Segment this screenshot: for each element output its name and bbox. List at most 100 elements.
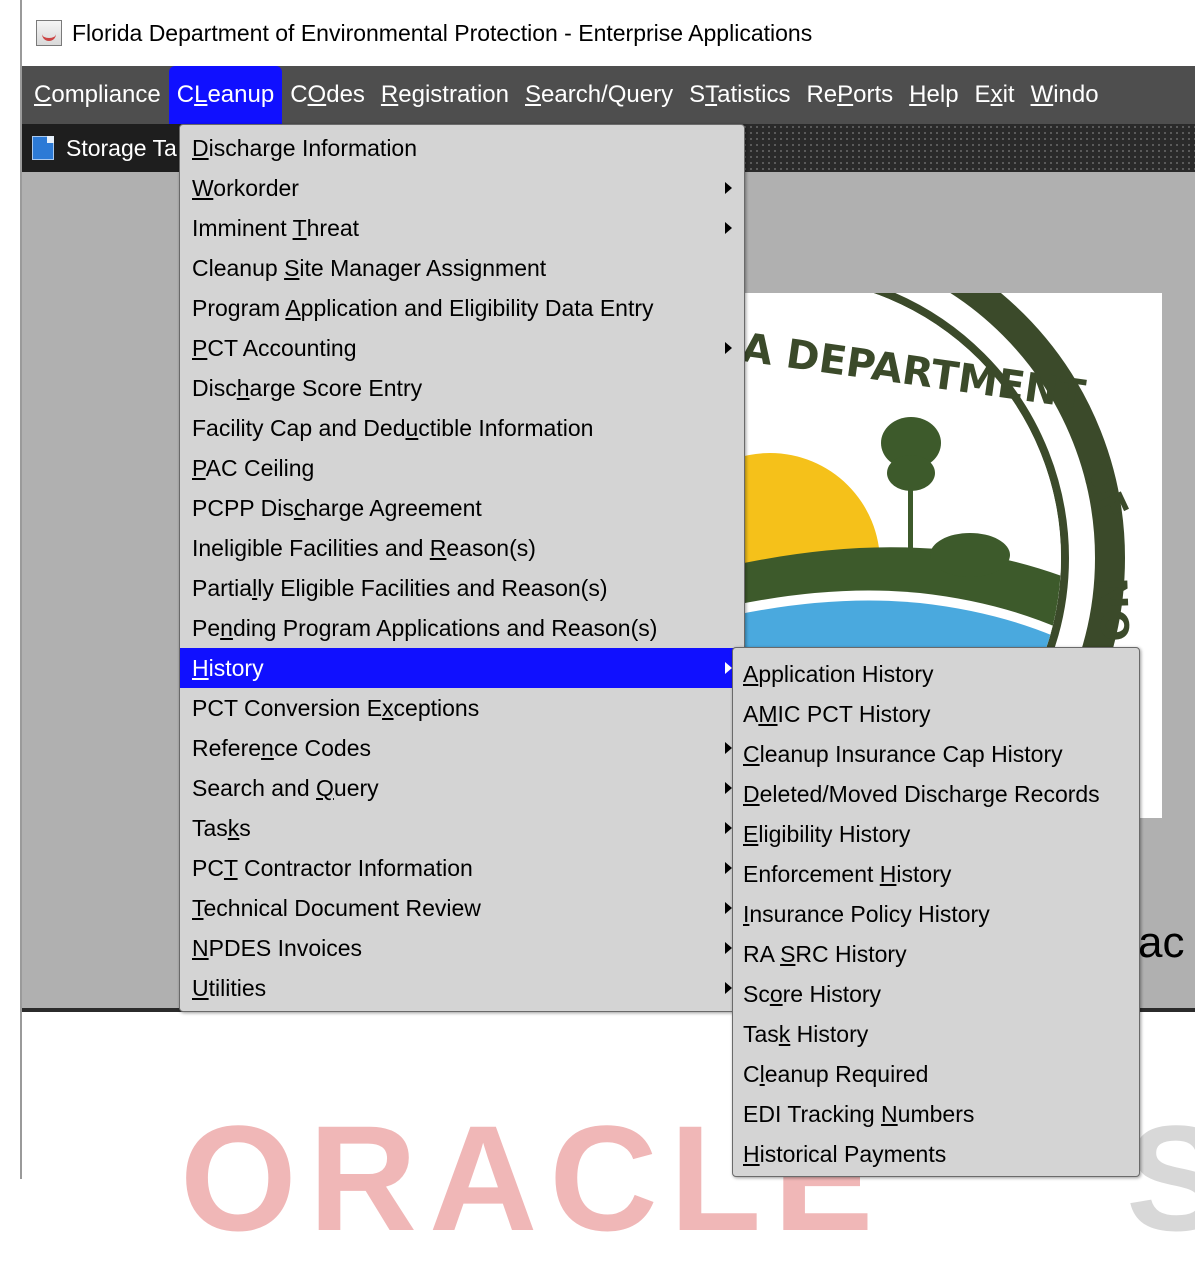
menu-item-label: Search and Query xyxy=(192,775,379,801)
cleanup-item-cleanup-site-manager-assignment[interactable]: Cleanup Site Manager Assignment xyxy=(180,248,744,288)
java-app-icon xyxy=(36,20,62,46)
menu-item-label: Imminent Threat xyxy=(192,215,360,241)
submenu-arrow-icon xyxy=(725,662,732,674)
menu-item-label: Technical Document Review xyxy=(192,895,481,921)
menu-compliance[interactable]: Compliance xyxy=(22,66,169,124)
document-tab[interactable]: Storage Ta xyxy=(22,124,182,172)
menu-item-label: Program Application and Eligibility Data… xyxy=(192,295,654,321)
submenu-arrow-icon xyxy=(725,742,732,754)
menu-item-label: History xyxy=(192,655,264,681)
history-item-ra-src-history[interactable]: RA SRC History xyxy=(733,934,1139,974)
history-submenu: Application History AMIC PCT History Clean… xyxy=(732,647,1140,1177)
cleanup-item-utilities[interactable]: Utilities xyxy=(180,968,744,1008)
cleanup-item-pct-conversion-exceptions[interactable]: PCT Conversion Exceptions xyxy=(180,688,744,728)
menu-item-label: Cleanup Insurance Cap History xyxy=(743,741,1063,767)
submenu-arrow-icon xyxy=(725,182,732,194)
submenu-arrow-icon xyxy=(725,862,732,874)
menu-exit[interactable]: Exit xyxy=(967,66,1023,124)
menu-item-label: Reference Codes xyxy=(192,735,372,761)
menu-item-label: PCT Accounting xyxy=(192,335,357,361)
menu-cleanup[interactable]: CLeanup xyxy=(168,66,283,124)
submenu-arrow-icon xyxy=(725,342,732,354)
menu-item-label: Ineligible Facilities and Reason(s) xyxy=(192,535,536,561)
menu-item-label: Eligibility History xyxy=(743,821,911,847)
submenu-arrow-icon xyxy=(725,822,732,834)
menu-item-label: Application History xyxy=(743,661,934,687)
menu-statistics[interactable]: STatistics xyxy=(681,66,798,124)
history-item-edi-tracking-numbers[interactable]: EDI Tracking Numbers xyxy=(733,1094,1139,1134)
menu-codes[interactable]: COdes xyxy=(282,66,373,124)
menu-search-query[interactable]: Search/Query xyxy=(517,66,681,124)
history-item-eligibility-history[interactable]: Eligibility History xyxy=(733,814,1139,854)
menu-item-label: Deleted/Moved Discharge Records xyxy=(743,781,1100,807)
cleanup-item-workorder[interactable]: Workorder xyxy=(180,168,744,208)
history-item-cleanup-insurance-cap-history[interactable]: Cleanup Insurance Cap History xyxy=(733,734,1139,774)
menu-item-label: PAC Ceiling xyxy=(192,455,315,481)
cleanup-item-discharge-score-entry[interactable]: Discharge Score Entry xyxy=(180,368,744,408)
menu-item-label: Workorder xyxy=(192,175,299,201)
cleanup-item-facility-cap-and-deductible-information[interactable]: Facility Cap and Deductible Information xyxy=(180,408,744,448)
menu-item-label: Tasks xyxy=(192,815,251,841)
cleanup-item-search-and-query[interactable]: Search and Query xyxy=(180,768,744,808)
title-bar: Florida Department of Environmental Prot… xyxy=(22,0,1195,66)
document-tab-label: Storage Ta xyxy=(66,135,177,161)
history-item-deleted-moved-discharge-records[interactable]: Deleted/Moved Discharge Records xyxy=(733,774,1139,814)
menu-item-label: PCT Contractor Information xyxy=(192,855,473,881)
menu-item-label: Score History xyxy=(743,981,882,1007)
submenu-arrow-icon xyxy=(725,942,732,954)
submenu-arrow-icon xyxy=(725,782,732,794)
history-item-task-history[interactable]: Task History xyxy=(733,1014,1139,1054)
menu-reports[interactable]: RePorts xyxy=(798,66,901,124)
menu-item-label: NPDES Invoices xyxy=(192,935,363,961)
cleanup-item-pct-contractor-information[interactable]: PCT Contractor Information xyxy=(180,848,744,888)
menu-item-label: Utilities xyxy=(192,975,267,1001)
cleanup-item-pcpp-discharge-agreement[interactable]: PCPP Discharge Agreement xyxy=(180,488,744,528)
cleanup-item-partially-eligible-facilities-and-reason-s[interactable]: Partially Eligible Facilities and Reason… xyxy=(180,568,744,608)
cleanup-item-npdes-invoices[interactable]: NPDES Invoices xyxy=(180,928,744,968)
menu-bar: Compliance CLeanup COdes Registration Search… xyxy=(22,66,1195,124)
cleanup-item-pending-program-applications-and-reason-s[interactable]: Pending Program Applications and Reason(… xyxy=(180,608,744,648)
cleanup-item-pct-accounting[interactable]: PCT Accounting xyxy=(180,328,744,368)
cleanup-item-history[interactable]: History xyxy=(180,648,744,688)
history-item-historical-payments[interactable]: Historical Payments xyxy=(733,1134,1139,1174)
cleanup-dropdown-menu: Discharge Information Workorder Imminent T… xyxy=(179,124,745,1012)
submenu-arrow-icon xyxy=(725,222,732,234)
submenu-arrow-icon xyxy=(725,982,732,994)
cleanup-item-discharge-information[interactable]: Discharge Information xyxy=(180,128,744,168)
menu-item-label: Facility Cap and Deductible Information xyxy=(192,415,594,441)
cleanup-item-imminent-threat[interactable]: Imminent Threat xyxy=(180,208,744,248)
window-title: Florida Department of Environmental Prot… xyxy=(72,19,813,46)
menu-help[interactable]: Help xyxy=(901,66,966,124)
history-item-cleanup-required[interactable]: Cleanup Required xyxy=(733,1054,1139,1094)
history-item-enforcement-history[interactable]: Enforcement History xyxy=(733,854,1139,894)
cleanup-item-pac-ceiling[interactable]: PAC Ceiling xyxy=(180,448,744,488)
cleanup-item-ineligible-facilities-and-reason-s[interactable]: Ineligible Facilities and Reason(s) xyxy=(180,528,744,568)
cleanup-item-reference-codes[interactable]: Reference Codes xyxy=(180,728,744,768)
menu-item-label: AMIC PCT History xyxy=(743,701,931,727)
form-document-icon xyxy=(32,136,54,160)
cleanup-item-technical-document-review[interactable]: Technical Document Review xyxy=(180,888,744,928)
submenu-arrow-icon xyxy=(725,902,732,914)
history-item-application-history[interactable]: Application History xyxy=(733,654,1139,694)
menu-item-label: Cleanup Site Manager Assignment xyxy=(192,255,547,281)
menu-windo[interactable]: Windo xyxy=(1023,66,1107,124)
menu-item-label: Cleanup Required xyxy=(743,1061,929,1087)
menu-item-label: Pending Program Applications and Reason(… xyxy=(192,615,658,641)
menu-item-label: Discharge Score Entry xyxy=(192,375,423,401)
seal-text-right2: NO xyxy=(1090,577,1136,643)
menu-item-label: Discharge Information xyxy=(192,135,418,161)
partial-heading-text: ac xyxy=(1138,918,1185,967)
menu-item-label: PCT Conversion Exceptions xyxy=(192,695,480,721)
history-item-amic-pct-history[interactable]: AMIC PCT History xyxy=(733,694,1139,734)
history-item-score-history[interactable]: Score History xyxy=(733,974,1139,1014)
menu-item-label: PCPP Discharge Agreement xyxy=(192,495,482,521)
menu-item-label: Insurance Policy History xyxy=(743,901,990,927)
menu-item-label: RA SRC History xyxy=(743,941,907,967)
menu-item-label: Enforcement History xyxy=(743,861,952,887)
menu-registration[interactable]: Registration xyxy=(373,66,517,124)
cleanup-item-tasks[interactable]: Tasks xyxy=(180,808,744,848)
cleanup-item-program-application-and-eligibility-data-entry[interactable]: Program Application and Eligibility Data… xyxy=(180,288,744,328)
menu-item-label: Partially Eligible Facilities and Reason… xyxy=(192,575,608,601)
menu-item-label: Task History xyxy=(743,1021,869,1047)
history-item-insurance-policy-history[interactable]: Insurance Policy History xyxy=(733,894,1139,934)
